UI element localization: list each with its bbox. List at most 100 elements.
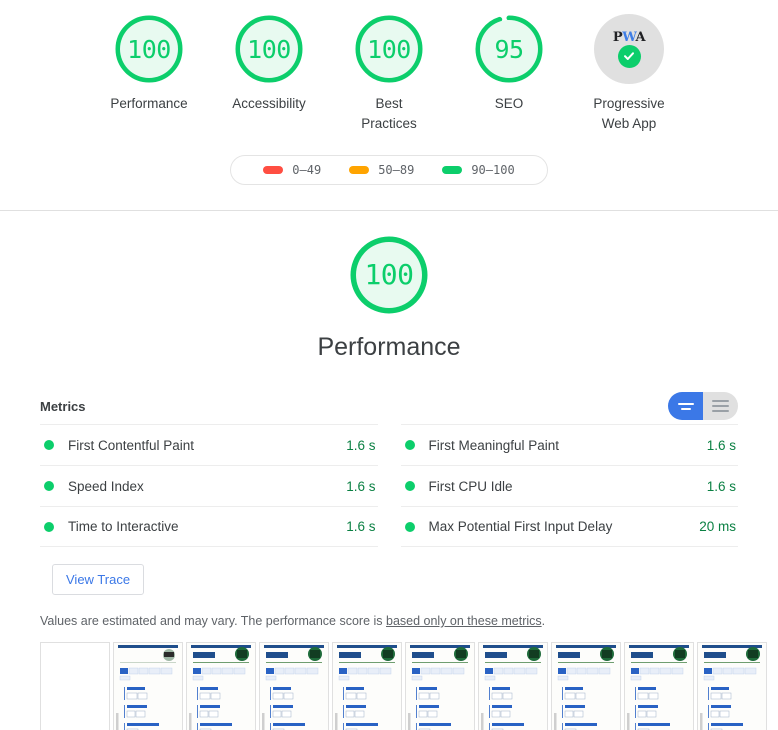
status-pass-icon <box>44 440 54 450</box>
metric-value: 1.6 s <box>346 519 376 534</box>
thumbnail-preview-icon <box>114 643 182 730</box>
metric-name: Max Potential First Input Delay <box>428 519 613 534</box>
legend-swatch-pass-icon <box>442 166 463 174</box>
filmstrip-thumbnail[interactable] <box>624 642 694 730</box>
metric-name: Time to Interactive <box>68 519 179 534</box>
status-pass-icon <box>44 521 54 532</box>
metrics-view-toggle[interactable] <box>668 392 738 420</box>
pwa-letter-p: P <box>612 29 623 45</box>
thumbnail-preview-icon <box>406 643 474 730</box>
status-pass-icon <box>404 481 415 491</box>
performance-score-value: 100 <box>364 258 414 291</box>
gauge-label-line1: Progressive <box>593 96 665 111</box>
metrics-disclaimer: Values are estimated and may vary. The p… <box>40 614 738 628</box>
metric-row[interactable]: Max Potential First Input Delay 20 ms <box>400 506 738 547</box>
score-legend-wrap: 0–49 50–89 90–100 <box>0 155 778 185</box>
gauge-score-value: 100 <box>367 34 411 64</box>
legend-item-fail: 0–49 <box>249 163 335 177</box>
disclaimer-text: Values are estimated and may vary. The p… <box>40 614 386 628</box>
filmstrip-thumbnail[interactable] <box>697 642 767 730</box>
filmstrip-thumbnail[interactable] <box>259 642 329 730</box>
metric-value: 20 ms <box>699 519 736 534</box>
score-gauge-pwa[interactable]: PWA Progressive Web App <box>581 14 678 134</box>
gauge-label-accessibility: Accessibility <box>232 94 306 114</box>
score-gauge-best-practices[interactable]: 100 Best Practices <box>341 14 438 134</box>
thumbnail-preview-icon <box>625 643 693 730</box>
thumbnail-preview-icon <box>479 643 547 730</box>
gauge-label-performance: Performance <box>110 94 187 114</box>
filmstrip-thumbnail[interactable] <box>40 642 110 730</box>
pwa-letter-a: A <box>635 29 646 45</box>
score-gauge-performance[interactable]: 100 Performance <box>101 14 198 114</box>
legend-label-fail: 0–49 <box>292 163 322 177</box>
score-gauge-seo[interactable]: 95 SEO <box>461 14 558 114</box>
legend-swatch-average-icon <box>349 166 370 174</box>
metric-name: Speed Index <box>68 478 144 494</box>
gauge-label-line1: Best <box>375 96 403 111</box>
performance-category-header: 100 Performance <box>0 211 778 362</box>
metrics-header: Metrics <box>40 392 738 420</box>
gauge-label-line1: SEO <box>494 96 524 111</box>
metric-value: 1.6 s <box>346 478 376 494</box>
metric-name: First Contentful Paint <box>68 437 195 453</box>
filmstrip-thumbnail[interactable] <box>551 642 621 730</box>
pwa-logo-icon: PWA <box>612 29 646 45</box>
legend-swatch-fail-icon <box>263 166 284 174</box>
metrics-column-right: First Meaningful Paint 1.6 s First CPU I… <box>400 424 738 547</box>
toggle-line-icon <box>712 400 729 402</box>
gauge-ring-seo: 95 <box>474 14 544 84</box>
gauge-ring-performance: 100 <box>114 14 184 84</box>
gauge-score-value: 100 <box>127 34 171 64</box>
disclaimer-link[interactable]: based only on these metrics <box>386 614 542 628</box>
toggle-expanded-view-button[interactable] <box>703 392 738 420</box>
gauge-label-line1: Accessibility <box>232 96 306 111</box>
disclaimer-suffix: . <box>541 614 546 628</box>
pwa-badge: PWA <box>594 14 664 84</box>
thumbnail-preview-icon <box>698 643 766 730</box>
score-legend: 0–49 50–89 90–100 <box>230 155 548 185</box>
thumbnail-preview-icon <box>187 643 255 730</box>
metrics-column-left: First Contentful Paint 1.6 s Speed Index… <box>40 424 378 547</box>
metric-value: 1.6 s <box>346 437 376 453</box>
filmstrip-thumbnail[interactable] <box>186 642 256 730</box>
filmstrip-thumbnail[interactable] <box>113 642 183 730</box>
metric-name: First CPU Idle <box>428 478 513 494</box>
metric-row[interactable]: Time to Interactive 1.6 s <box>40 506 378 547</box>
gauge-label-pwa: Progressive Web App <box>593 94 664 134</box>
filmstrip-thumbnail[interactable] <box>405 642 475 730</box>
legend-label-average: 50–89 <box>378 163 415 177</box>
metrics-columns: First Contentful Paint 1.6 s Speed Index… <box>40 424 738 547</box>
metric-row[interactable]: First Meaningful Paint 1.6 s <box>400 424 738 465</box>
gauge-label-line2: Web App <box>601 116 657 131</box>
metric-value: 1.6 s <box>706 478 736 494</box>
score-gauge-accessibility[interactable]: 100 Accessibility <box>221 14 318 114</box>
view-trace-wrap: View Trace <box>40 564 738 595</box>
score-gauges-row: 100 Performance 100 Accessibility 100 Be… <box>0 14 778 134</box>
gauge-score-value: 100 <box>247 34 291 64</box>
metric-row[interactable]: First Contentful Paint 1.6 s <box>40 424 378 465</box>
pwa-letter-w: W <box>622 29 636 45</box>
thumbnail-preview-icon <box>260 643 328 730</box>
filmstrip-thumbnail[interactable] <box>332 642 402 730</box>
performance-gauge: 100 <box>349 235 429 315</box>
legend-item-average: 50–89 <box>335 163 428 177</box>
checkmark-icon <box>624 52 634 60</box>
status-pass-icon <box>404 521 415 532</box>
metric-name: First Meaningful Paint <box>428 437 560 453</box>
metric-row[interactable]: First CPU Idle 1.6 s <box>400 465 738 506</box>
legend-item-pass: 90–100 <box>428 163 528 177</box>
view-trace-button[interactable]: View Trace <box>52 564 145 595</box>
metrics-block: Metrics First Contentful Paint 1.6 s Spe… <box>0 392 778 730</box>
toggle-simple-view-button[interactable] <box>668 392 703 420</box>
gauge-score-value: 95 <box>494 34 524 64</box>
toggle-line-icon <box>677 402 694 405</box>
filmstrip-thumbnail[interactable] <box>478 642 548 730</box>
status-pass-icon <box>404 440 415 450</box>
gauge-ring-best-practices: 100 <box>354 14 424 84</box>
status-pass-icon <box>44 481 54 491</box>
filmstrip <box>40 642 767 730</box>
page-title: Performance <box>317 333 461 361</box>
metric-row[interactable]: Speed Index 1.6 s <box>40 465 378 506</box>
gauge-label-best-practices: Best Practices <box>361 94 417 134</box>
legend-label-pass: 90–100 <box>471 163 515 177</box>
